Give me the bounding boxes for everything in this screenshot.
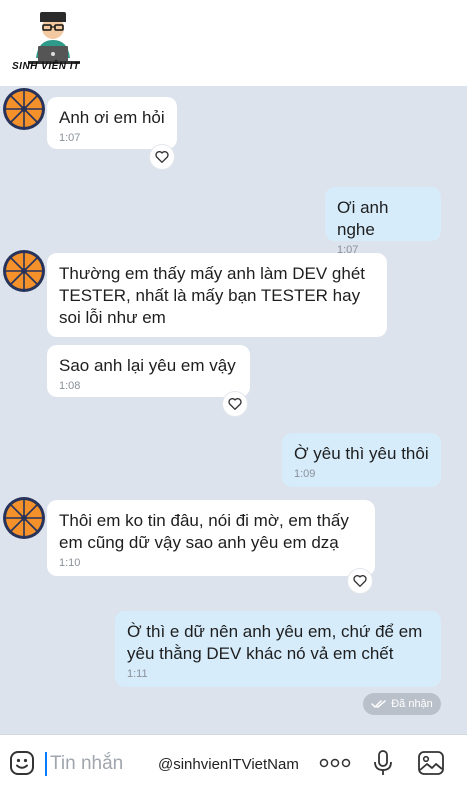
watermark-text: @sinhvienITVietNam bbox=[158, 756, 299, 773]
heart-icon bbox=[155, 151, 169, 163]
message-bubble-outgoing[interactable]: Ơi anh nghe 1:07 bbox=[325, 187, 441, 256]
logo-text: SINH VIÊN IT bbox=[12, 61, 80, 72]
message-input[interactable]: Tin nhắn bbox=[50, 753, 123, 775]
double-check-icon bbox=[371, 700, 386, 708]
message-text: Sao anh lại yêu em vậy bbox=[59, 356, 236, 375]
message-text: Ờ thì e dữ nên anh yêu em, chứ để em yêu… bbox=[127, 622, 423, 663]
message-time: 1:10 bbox=[59, 557, 81, 569]
message-text: Thôi em ko tin đâu, nói đi mờ, em thấy e… bbox=[59, 511, 349, 552]
message-bubble-incoming[interactable]: Thường em thấy mấy anh làm DEV ghét TEST… bbox=[47, 253, 387, 337]
message-bubble-incoming[interactable]: Anh ơi em hỏi 1:07 bbox=[47, 97, 177, 149]
message-composer: Tin nhắn @sinhvienITVietNam bbox=[0, 734, 467, 788]
contact-avatar[interactable] bbox=[2, 87, 46, 131]
message-bubble-outgoing[interactable]: Ờ yêu thì yêu thôi 1:09 bbox=[282, 433, 441, 487]
emoji-icon bbox=[10, 751, 34, 775]
message-time: 1:11 bbox=[127, 668, 148, 680]
more-icon bbox=[319, 758, 351, 768]
more-button[interactable] bbox=[318, 755, 352, 771]
message-text: Ờ yêu thì yêu thôi bbox=[294, 444, 429, 463]
message-bubble-incoming[interactable]: Thôi em ko tin đâu, nói đi mờ, em thấy e… bbox=[47, 500, 375, 576]
message-text: Thường em thấy mấy anh làm DEV ghét TEST… bbox=[59, 264, 365, 327]
emoji-button[interactable] bbox=[8, 749, 36, 777]
message-bubble-incoming[interactable]: Sao anh lại yêu em vậy 1:08 bbox=[47, 345, 250, 397]
text-caret bbox=[45, 752, 47, 776]
message-time: 1:07 bbox=[59, 132, 81, 144]
message-time: 1:08 bbox=[59, 380, 81, 392]
react-button[interactable] bbox=[348, 569, 372, 593]
message-bubble-outgoing[interactable]: Ờ thì e dữ nên anh yêu em, chứ để em yêu… bbox=[115, 611, 441, 687]
react-button[interactable] bbox=[150, 145, 174, 169]
delivery-status-badge: Đã nhận bbox=[363, 693, 441, 715]
microphone-icon bbox=[374, 750, 392, 775]
contact-avatar[interactable] bbox=[2, 249, 46, 293]
delivery-status-label: Đã nhận bbox=[391, 698, 433, 710]
contact-avatar[interactable] bbox=[2, 496, 46, 540]
message-time: 1:09 bbox=[294, 468, 316, 480]
image-button[interactable] bbox=[416, 749, 446, 777]
logo-header: SINH VIÊN IT bbox=[0, 0, 467, 86]
message-text: Anh ơi em hỏi bbox=[59, 108, 165, 127]
react-button[interactable] bbox=[223, 392, 247, 416]
heart-icon bbox=[353, 575, 367, 587]
heart-icon bbox=[228, 398, 242, 410]
image-icon bbox=[418, 751, 444, 775]
message-text: Ơi anh nghe bbox=[337, 198, 389, 239]
voice-button[interactable] bbox=[371, 748, 395, 778]
